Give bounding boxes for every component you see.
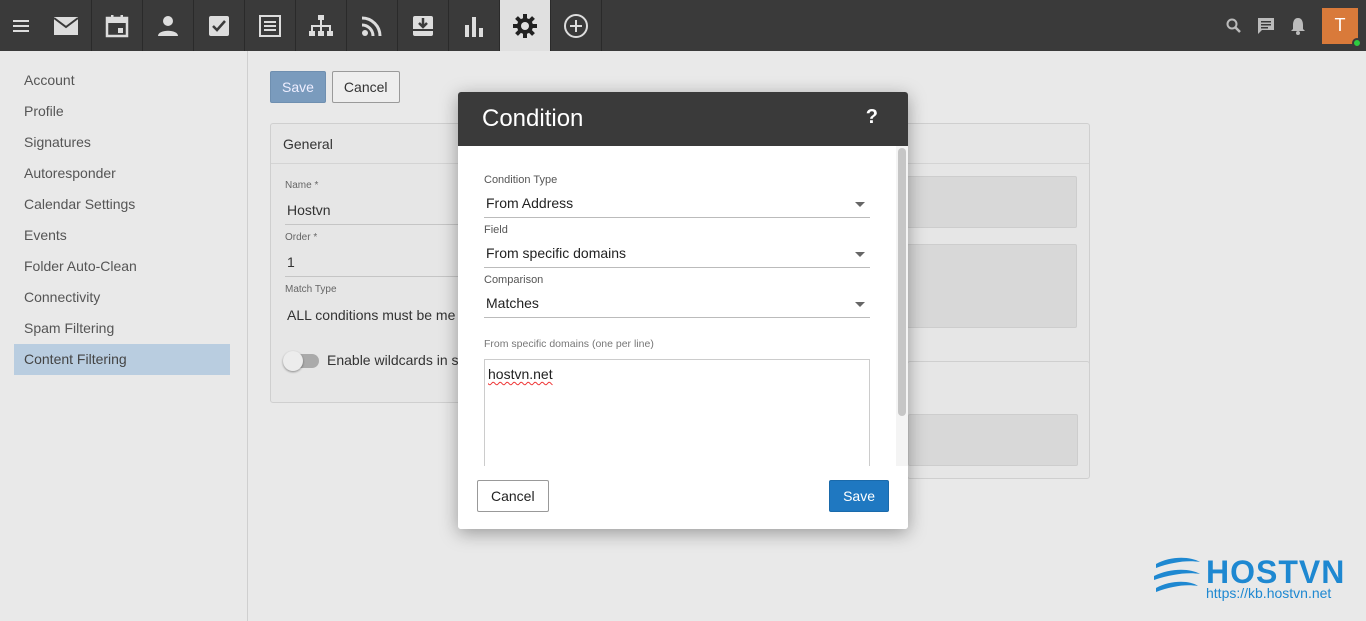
chevron-down-icon [855, 202, 865, 207]
sidebar-item-events[interactable]: Events [14, 220, 230, 251]
sidebar-item-profile[interactable]: Profile [14, 96, 230, 127]
help-icon[interactable]: ? [866, 106, 878, 129]
wildcards-toggle[interactable] [283, 351, 319, 371]
name-label: Name * [285, 180, 319, 191]
hostvn-watermark: HOSTVN https://kb.hostvn.net [1152, 552, 1352, 602]
sidebar-item-content-filtering[interactable]: Content Filtering [14, 344, 230, 375]
reports-icon[interactable] [449, 0, 500, 51]
dialog-header: Condition ? [458, 92, 908, 146]
name-underline [285, 224, 465, 225]
match-type-label: Match Type [285, 284, 337, 295]
bell-icon[interactable] [1282, 0, 1314, 51]
cancel-button[interactable]: Cancel [331, 71, 400, 103]
notes-icon[interactable] [245, 0, 296, 51]
sitemap-icon[interactable] [296, 0, 347, 51]
domains-value: hostvn.net [488, 366, 553, 382]
side-box-1 [907, 176, 1077, 228]
chat-icon[interactable] [1250, 0, 1282, 51]
mail-icon[interactable] [41, 0, 92, 51]
watermark-url: https://kb.hostvn.net [1206, 585, 1332, 601]
name-field[interactable]: Hostvn [287, 202, 331, 218]
condition-dialog: Condition ? Condition Type From Address … [458, 92, 908, 529]
side-box-2 [907, 244, 1077, 328]
side-box-3 [908, 414, 1078, 466]
comparison-label: Comparison [484, 274, 544, 286]
menu-icon[interactable] [0, 0, 41, 51]
chevron-down-icon [855, 252, 865, 257]
field-value: From specific domains [486, 245, 627, 261]
sidebar-item-folder-auto-clean[interactable]: Folder Auto-Clean [14, 251, 230, 282]
secondary-panel [907, 361, 1090, 479]
condition-type-select[interactable]: From Address [484, 192, 870, 218]
avatar[interactable]: T [1322, 7, 1362, 48]
dialog-body: Condition Type From Address Field From s… [458, 146, 908, 466]
field-select[interactable]: From specific domains [484, 242, 870, 268]
dialog-cancel-button[interactable]: Cancel [477, 480, 549, 512]
contacts-icon[interactable] [143, 0, 194, 51]
settings-sidebar: Account Profile Signatures Autoresponder… [0, 51, 248, 621]
calendar-icon[interactable] [92, 0, 143, 51]
presence-indicator [1352, 37, 1362, 48]
search-icon[interactable] [1218, 0, 1250, 51]
add-app-icon[interactable] [551, 0, 602, 51]
top-bar: T [0, 0, 1366, 51]
order-underline [285, 276, 465, 277]
domains-textarea[interactable]: hostvn.net [484, 359, 870, 466]
sidebar-item-spam-filtering[interactable]: Spam Filtering [14, 313, 230, 344]
order-field[interactable]: 1 [287, 254, 295, 270]
save-button[interactable]: Save [270, 71, 326, 103]
sidebar-item-account[interactable]: Account [14, 65, 230, 96]
condition-type-label: Condition Type [484, 174, 558, 186]
tasks-icon[interactable] [194, 0, 245, 51]
wildcards-label: Enable wildcards in s [327, 352, 459, 368]
dialog-footer: Cancel Save [458, 466, 908, 529]
sidebar-item-connectivity[interactable]: Connectivity [14, 282, 230, 313]
dialog-title: Condition [482, 105, 584, 132]
dialog-scrollbar[interactable] [896, 146, 908, 466]
chevron-down-icon [855, 302, 865, 307]
scrollbar-thumb[interactable] [898, 148, 906, 416]
dialog-save-button[interactable]: Save [829, 480, 889, 512]
condition-type-value: From Address [486, 195, 574, 211]
comparison-value: Matches [486, 295, 539, 311]
match-type-select[interactable]: ALL conditions must be me [287, 307, 455, 323]
order-label: Order * [285, 232, 318, 243]
hostvn-logo-icon [1154, 557, 1200, 592]
download-icon[interactable] [398, 0, 449, 51]
field-label: Field [484, 224, 508, 236]
settings-icon[interactable] [500, 0, 551, 51]
toggle-knob [283, 351, 303, 371]
comparison-select[interactable]: Matches [484, 292, 870, 318]
sidebar-item-calendar-settings[interactable]: Calendar Settings [14, 189, 230, 220]
sidebar-item-autoresponder[interactable]: Autoresponder [14, 158, 230, 189]
avatar-initial: T [1334, 15, 1346, 35]
rss-icon[interactable] [347, 0, 398, 51]
sidebar-item-signatures[interactable]: Signatures [14, 127, 230, 158]
domains-label: From specific domains (one per line) [484, 338, 654, 350]
